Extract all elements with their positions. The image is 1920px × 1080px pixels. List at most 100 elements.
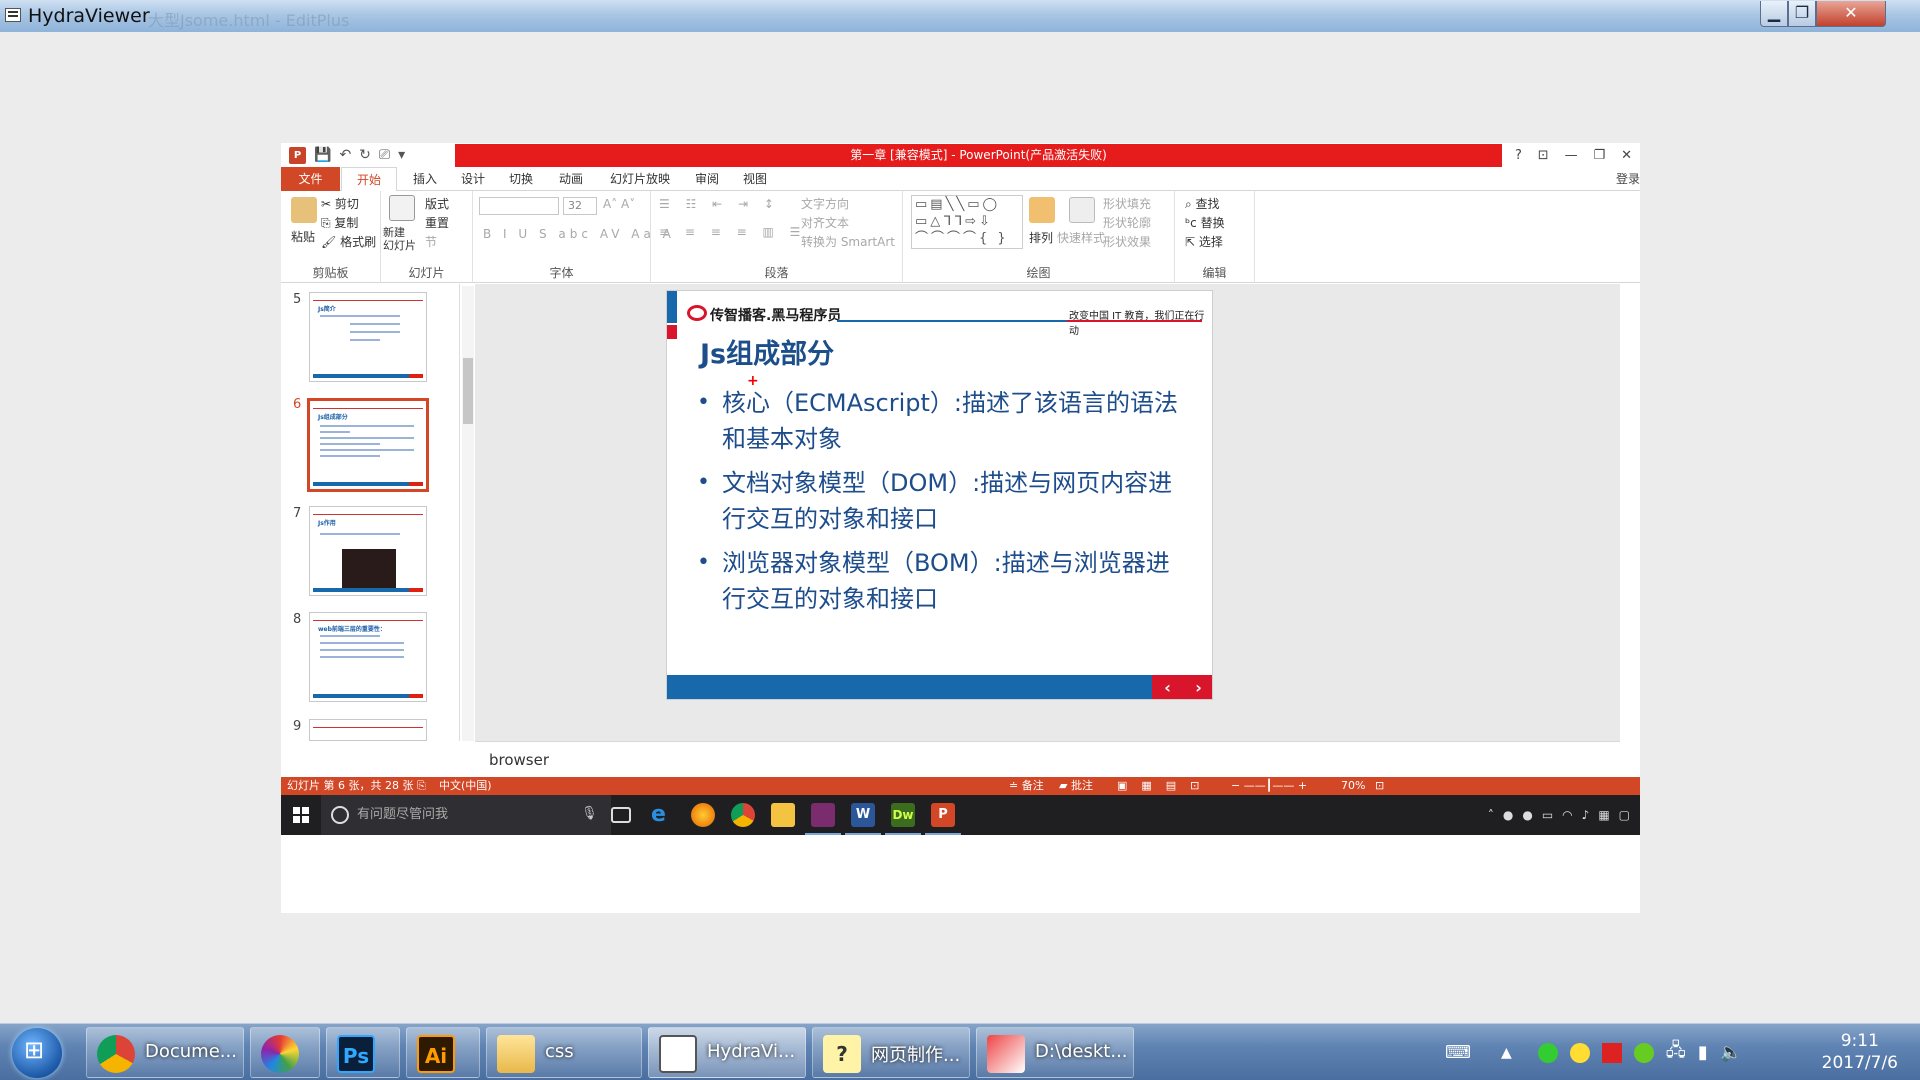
taskbar-item-illustrator[interactable]: Ai — [406, 1027, 480, 1078]
microphone-icon[interactable]: 🎙 — [581, 806, 598, 821]
notes-button[interactable]: ≐ 备注 — [1009, 777, 1044, 795]
align-text-button[interactable]: 对齐文本 — [801, 214, 849, 231]
wifi-icon[interactable]: ◠ — [1562, 808, 1572, 822]
format-painter-button[interactable]: 🖌 格式刷 — [321, 233, 376, 250]
tray-app-icon[interactable]: ● — [1503, 808, 1513, 822]
shapes-gallery[interactable]: ▭▤╲╲▭◯ ▭△ᒣᒣ⇨⇩ ⌒⌒⌒⌒{ } — [911, 195, 1023, 249]
cut-button[interactable]: ✂ 剪切 — [321, 195, 359, 212]
volume-icon[interactable]: ♪ — [1582, 808, 1590, 822]
ppt-minimize-icon[interactable]: — — [1565, 148, 1578, 163]
tray-update-icon[interactable] — [1633, 1042, 1654, 1063]
taskbar-item-css-folder[interactable]: css — [486, 1027, 642, 1078]
help-icon[interactable]: ? — [1515, 148, 1522, 163]
view-buttons[interactable]: ▣▦▤⊡ — [1117, 777, 1213, 795]
font-name-select[interactable] — [479, 197, 559, 215]
layout-button[interactable]: 版式 — [425, 195, 449, 212]
app-icon[interactable] — [811, 803, 835, 827]
language-indicator[interactable]: 中文(中国) — [439, 777, 492, 795]
notification-icon[interactable]: ▢ — [1619, 808, 1630, 822]
cortana-search-input[interactable]: 有问题尽管问我 — [321, 795, 611, 835]
new-slide-button[interactable]: 新建 幻灯片 — [383, 226, 416, 252]
quick-styles-button[interactable]: 快速样式 — [1057, 229, 1105, 246]
redo-icon[interactable]: ↻ — [359, 147, 371, 163]
reset-button[interactable]: 重置 — [425, 214, 449, 231]
ppt-restore-icon[interactable]: ❐ — [1594, 148, 1606, 163]
keyboard-icon[interactable]: ⌨ — [1445, 1042, 1471, 1063]
font-size-select[interactable]: 32 — [563, 197, 597, 215]
slide-canvas[interactable]: 传智播客.黑马程序员 改变中国 IT 教育，我们正在行动 Js组成部分 + 核心… — [666, 290, 1213, 700]
chrome-icon[interactable] — [731, 803, 755, 827]
tab-slideshow[interactable]: 幻灯片放映 — [597, 167, 683, 191]
zoom-slider[interactable]: − ——┃—— + — [1231, 777, 1307, 795]
font-format-buttons[interactable]: B I U S abc AV Aa A — [483, 227, 675, 241]
scrollbar-thumb[interactable] — [463, 358, 473, 424]
chevron-left-icon[interactable]: ‹ — [1164, 678, 1171, 697]
undo-icon[interactable]: ↶ — [339, 147, 351, 163]
chevron-right-icon[interactable]: › — [1195, 678, 1202, 697]
shape-outline-button[interactable]: 形状轮廓 — [1103, 214, 1151, 231]
windows-start-icon[interactable] — [293, 807, 309, 823]
tab-insert[interactable]: 插入 — [401, 167, 449, 191]
powerpoint-taskbar-icon[interactable]: P — [931, 803, 955, 827]
text-direction-button[interactable]: 文字方向 — [801, 195, 849, 212]
clock[interactable]: 9:11 2017/7/6 — [1822, 1030, 1898, 1074]
chevron-up-icon[interactable]: ˄ — [1488, 808, 1494, 822]
taskbar-item-picasa[interactable] — [250, 1027, 320, 1078]
customize-qat-icon[interactable]: ▾ — [398, 147, 405, 163]
quick-styles-icon[interactable] — [1069, 197, 1095, 223]
taskbar-item-help-doc[interactable]: ? 网页制作... — [812, 1027, 970, 1078]
smartart-button[interactable]: 转换为 SmartArt — [801, 233, 895, 250]
tray-weather-icon[interactable] — [1569, 1042, 1590, 1063]
start-button[interactable] — [12, 1028, 62, 1078]
volume-icon[interactable]: 🔈 — [1720, 1042, 1742, 1063]
close-button[interactable]: ✕ — [1816, 1, 1886, 27]
tab-home[interactable]: 开始 — [341, 167, 397, 192]
firefox-icon[interactable] — [691, 803, 715, 827]
slide-thumbnail-7[interactable]: Js作用 — [309, 506, 427, 596]
network-icon[interactable]: 🖧 — [1666, 1038, 1686, 1068]
tab-design[interactable]: 设计 — [449, 167, 497, 191]
new-slide-icon[interactable] — [389, 195, 415, 221]
slide-thumbnail-6[interactable]: Js组成部分 — [307, 398, 429, 492]
tab-animations[interactable]: 动画 — [545, 167, 597, 191]
slide-thumbnail-8[interactable]: web前端三层的重要性： — [309, 612, 427, 702]
fit-slide-icon[interactable]: ⊡ — [1375, 777, 1384, 795]
shape-fill-button[interactable]: 形状填充 — [1103, 195, 1151, 212]
taskbar-item-photoshop[interactable]: Ps — [326, 1027, 400, 1078]
copy-button[interactable]: ⎘ 复制 — [321, 214, 358, 231]
task-view-icon[interactable] — [611, 807, 631, 823]
spellcheck-icon[interactable]: ⎘ — [417, 777, 426, 795]
tab-review[interactable]: 审阅 — [683, 167, 731, 191]
taskbar-item-chrome[interactable]: Docume... — [86, 1027, 244, 1078]
paste-icon[interactable] — [291, 197, 317, 223]
ribbon-display-icon[interactable]: ⊡ — [1538, 148, 1549, 163]
find-button[interactable]: ⌕ 查找 — [1185, 195, 1220, 212]
arrange-button[interactable]: 排列 — [1029, 229, 1053, 246]
usb-icon[interactable]: ▮ — [1698, 1042, 1708, 1063]
file-explorer-icon[interactable] — [771, 803, 795, 827]
slide-bullet-list[interactable]: 核心（ECMAscript）:描述了该语言的语法和基本对象 文档对象模型（DOM… — [697, 385, 1187, 625]
thumbnail-scrollbar[interactable] — [462, 286, 474, 741]
slide-thumbnail-5[interactable]: Js简介 — [309, 292, 427, 382]
ppt-close-icon[interactable]: ✕ — [1621, 148, 1632, 163]
tab-transitions[interactable]: 切换 — [497, 167, 545, 191]
maximize-button[interactable]: ❐ — [1788, 1, 1816, 27]
minimize-button[interactable]: ▁ — [1760, 1, 1788, 27]
comments-button[interactable]: ▰ 批注 — [1059, 777, 1093, 795]
taskbar-item-hydraviewer[interactable]: HydraVi... — [648, 1027, 806, 1078]
slide-title[interactable]: Js组成部分 — [700, 332, 834, 371]
replace-button[interactable]: ᵇc 替换 — [1185, 214, 1225, 231]
edge-icon[interactable]: e — [651, 803, 675, 827]
align-buttons[interactable]: ≡ ≡ ≡ ≡ ▥ ☰ — [659, 225, 806, 239]
slide-thumbnail-9[interactable] — [309, 719, 427, 741]
section-button[interactable]: 节 — [425, 233, 437, 250]
word-icon[interactable]: W — [851, 803, 875, 827]
dreamweaver-icon[interactable]: Dw — [891, 803, 915, 827]
zoom-level[interactable]: 70% — [1341, 777, 1365, 795]
tab-file[interactable]: 文件 — [281, 167, 340, 191]
login-link[interactable]: 登录 — [1616, 167, 1640, 191]
tray-security-icon[interactable] — [1537, 1042, 1558, 1063]
paste-button[interactable]: 粘贴 — [291, 228, 315, 245]
tray-app-icon[interactable]: ▦ — [1598, 808, 1609, 822]
tray-expand-icon[interactable]: ▲ — [1501, 1045, 1512, 1061]
